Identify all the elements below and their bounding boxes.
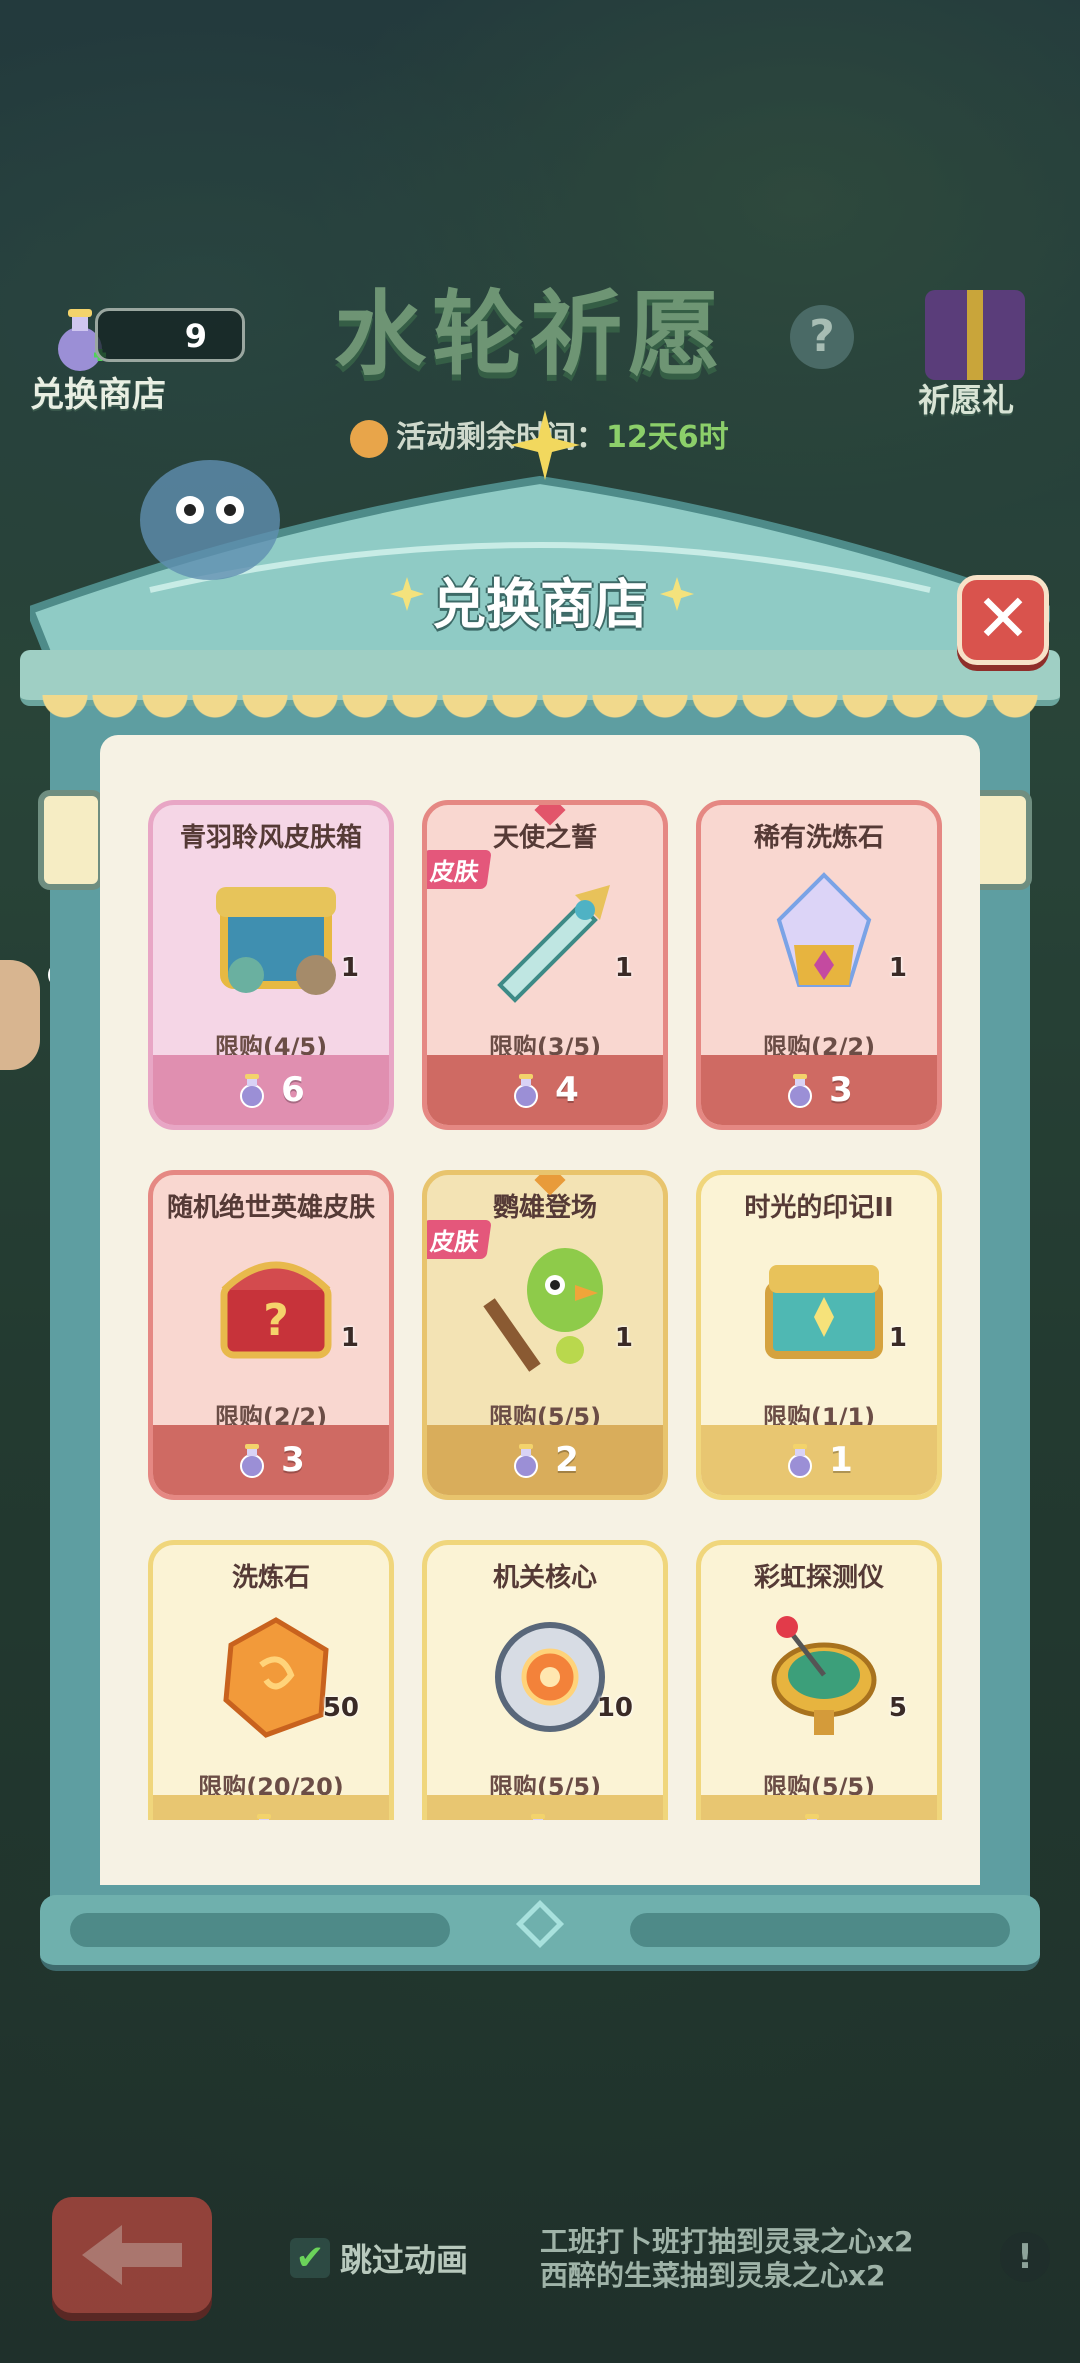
item-quantity: 1 — [614, 1323, 633, 1353]
item-name: 机关核心 — [492, 1563, 597, 1593]
item-quantity: 5 — [888, 1693, 907, 1723]
skin-tag: 皮肤 — [427, 850, 492, 889]
potion-icon — [523, 1812, 553, 1820]
item-price: 4 — [555, 1070, 579, 1110]
price-button[interactable] — [701, 1795, 937, 1820]
item-price: 3 — [829, 1070, 853, 1110]
sword-icon — [480, 865, 620, 1005]
item-price: 3 — [281, 1440, 305, 1480]
item-quantity: 50 — [322, 1693, 359, 1723]
svg-text:?: ? — [263, 1295, 289, 1346]
item-name: 彩虹探测仪 — [753, 1563, 884, 1593]
price-button[interactable] — [153, 1795, 389, 1820]
diamond-icon — [515, 1899, 565, 1949]
shop-item-card[interactable]: 洗炼石 50 限购(20/20) — [148, 1540, 394, 1820]
chest-blue-icon — [206, 865, 346, 1005]
ticker-line: 工班打卜班打抽到灵录之心x2 — [540, 2225, 914, 2258]
chest-gold-icon — [754, 1235, 894, 1375]
parrot-staff-icon — [480, 1235, 620, 1375]
skip-animation-label: 跳过动画 — [340, 2241, 469, 2279]
item-name: 稀有洗炼石 — [753, 823, 884, 853]
item-name: 鹦雄登场 — [492, 1193, 597, 1223]
skin-tag: 皮肤 — [427, 1220, 492, 1259]
item-quantity: 1 — [340, 953, 359, 983]
shop-item-card[interactable]: 随机绝世英雄皮肤? 1 限购(2/2) 3 — [148, 1170, 394, 1500]
ticker-line: 西醉的生菜抽到灵泉之心x2 — [540, 2259, 886, 2292]
shop-item-card[interactable]: 时光的印记II 1 限购(1/1) 1 — [696, 1170, 942, 1500]
shop-item-card[interactable]: 皮肤 天使之誓 1 限购(3/5) 4 — [422, 800, 668, 1130]
crystal-icon — [754, 865, 894, 1005]
skip-animation-toggle[interactable]: ✔ 跳过动画 — [290, 2235, 468, 2281]
item-quantity: 1 — [888, 953, 907, 983]
info-button[interactable]: ! — [1000, 2232, 1050, 2282]
item-name: 洗炼石 — [231, 1563, 310, 1593]
shop-item-card[interactable]: 稀有洗炼石 1 限购(2/2) 3 — [696, 800, 942, 1130]
item-quantity: 10 — [596, 1693, 633, 1723]
close-button[interactable]: ✕ — [957, 575, 1049, 665]
potion-icon — [237, 1442, 267, 1478]
panel-scallop — [40, 695, 1040, 735]
item-name: 青羽聆风皮肤箱 — [179, 823, 362, 853]
currency-counter: 9 — [95, 308, 245, 362]
item-quantity: 1 — [340, 1323, 359, 1353]
potion-icon — [511, 1442, 541, 1478]
panel-title: 兑换商店 — [432, 573, 648, 636]
gift-label: 祈愿礼 — [918, 381, 1015, 419]
bottom-slot — [630, 1913, 1010, 1947]
price-button[interactable] — [427, 1795, 663, 1820]
item-name: 随机绝世英雄皮肤 — [166, 1193, 375, 1223]
potion-icon — [511, 1072, 541, 1108]
side-avatar[interactable] — [0, 960, 40, 1070]
reward-ticker: 工班打卜班打抽到灵录之心x2 西醉的生菜抽到灵泉之心x2 — [540, 2225, 1000, 2295]
price-button[interactable]: 2 — [427, 1425, 663, 1495]
price-button[interactable]: 3 — [153, 1425, 389, 1495]
potion-icon — [249, 1812, 279, 1820]
item-price: 6 — [281, 1070, 305, 1110]
potion-icon — [797, 1812, 827, 1820]
currency-value: 9 — [184, 317, 207, 355]
item-quantity: 1 — [888, 1323, 907, 1353]
item-price: 1 — [829, 1440, 853, 1480]
event-title: 水轮祈愿 — [333, 281, 726, 388]
checkbox[interactable]: ✔ — [290, 2238, 330, 2278]
price-button[interactable]: 6 — [153, 1055, 389, 1125]
price-button[interactable]: 3 — [701, 1055, 937, 1125]
panel-bottom-bar — [40, 1895, 1040, 1971]
shop-item-card[interactable]: 青羽聆风皮肤箱 1 限购(4/5) 6 — [148, 800, 394, 1130]
price-button[interactable]: 1 — [701, 1425, 937, 1495]
help-button[interactable]: ? — [790, 305, 854, 369]
shop-item-card[interactable]: 机关核心 10 限购(5/5) — [422, 1540, 668, 1820]
core-icon — [480, 1605, 620, 1745]
gift-icon[interactable] — [925, 290, 1025, 380]
item-name: 天使之誓 — [492, 823, 597, 853]
back-arrow-icon — [82, 2225, 182, 2285]
bottom-slot — [70, 1913, 450, 1947]
chest-red-icon: ? — [206, 1235, 346, 1375]
item-quantity: 1 — [614, 953, 633, 983]
stone-orange-icon — [206, 1605, 346, 1745]
shop-item-card[interactable]: 皮肤 鹦雄登场 1 限购(5/5) 2 — [422, 1170, 668, 1500]
detector-icon — [754, 1605, 894, 1745]
item-price: 2 — [555, 1440, 579, 1480]
lantern-icon — [38, 790, 104, 890]
exchange-shop-label: 兑换商店 — [30, 375, 166, 415]
item-name: 时光的印记II — [744, 1193, 894, 1223]
potion-icon — [785, 1072, 815, 1108]
price-button[interactable]: 4 — [427, 1055, 663, 1125]
shop-item-card[interactable]: 彩虹探测仪 5 限购(5/5) — [696, 1540, 942, 1820]
back-button[interactable] — [52, 2197, 212, 2313]
potion-icon — [237, 1072, 267, 1108]
item-grid[interactable]: 青羽聆风皮肤箱 1 限购(4/5) 6 皮肤 天使之誓 1 限购(3/5) 4 稀有洗炼石 1 限购(… — [140, 800, 950, 1820]
potion-icon — [785, 1442, 815, 1478]
